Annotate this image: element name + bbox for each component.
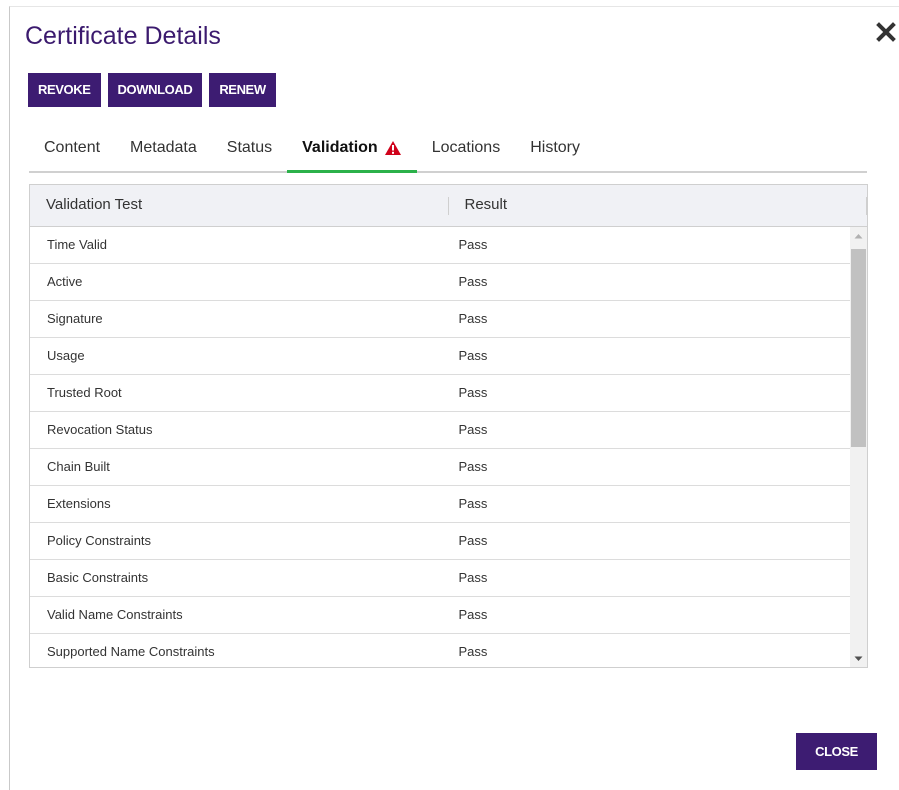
cell-result: Pass	[458, 644, 488, 659]
cell-test: Supported Name Constraints	[47, 644, 215, 659]
cell-result: Pass	[458, 348, 488, 363]
warning-icon	[384, 141, 401, 155]
cell-test: Time Valid	[47, 237, 107, 252]
cell-result: Pass	[458, 385, 488, 400]
table-row[interactable]: Active Pass	[30, 264, 853, 301]
cell-result: Pass	[458, 496, 488, 511]
cell-result: Pass	[458, 237, 488, 252]
column-header-label: Validation Test	[46, 196, 143, 213]
table-row[interactable]: Signature Pass	[30, 301, 853, 338]
cell-result: Pass	[458, 274, 488, 289]
cell-result: Pass	[458, 459, 488, 474]
table-row[interactable]: Time Valid Pass	[30, 227, 853, 264]
table-row[interactable]: Supported Name Constraints Pass	[30, 634, 853, 667]
table-row[interactable]: Chain Built Pass	[30, 449, 853, 486]
tab-label: Validation	[302, 139, 378, 156]
tab-status[interactable]: Status	[212, 131, 287, 171]
tab-label: Locations	[431, 139, 501, 156]
column-header-validation-test[interactable]: Validation Test	[30, 185, 449, 226]
scroll-up-arrow-icon[interactable]	[850, 227, 867, 244]
revoke-button[interactable]: REVOKE	[28, 73, 101, 107]
tab-history[interactable]: History	[515, 131, 595, 171]
table-row[interactable]: Valid Name Constraints Pass	[30, 597, 853, 634]
download-button[interactable]: DOWNLOAD	[107, 73, 203, 107]
column-header-label: Result	[464, 196, 508, 213]
certificate-details-dialog: Certificate Details REVOKE DOWNLOAD RENE…	[9, 6, 899, 790]
tab-label: Content	[44, 139, 101, 156]
cell-test: Basic Constraints	[47, 570, 149, 585]
table-row[interactable]: Extensions Pass	[30, 486, 853, 523]
column-divider	[866, 197, 867, 215]
validation-grid: Validation Test Result Time Valid Pass Ac…	[29, 184, 868, 668]
cell-test: Revocation Status	[47, 422, 153, 437]
tab-bar: Content Metadata Status Validation Locat…	[29, 131, 867, 173]
cell-test: Trusted Root	[47, 385, 122, 400]
table-row[interactable]: Revocation Status Pass	[30, 412, 853, 449]
cell-result: Pass	[458, 607, 488, 622]
tab-label: Status	[226, 139, 273, 156]
cell-test: Usage	[47, 348, 85, 363]
cell-result: Pass	[458, 533, 488, 548]
cell-test: Extensions	[47, 496, 111, 511]
cell-test: Valid Name Constraints	[47, 607, 183, 622]
table-row[interactable]: Trusted Root Pass	[30, 375, 853, 412]
cell-result: Pass	[458, 422, 488, 437]
cell-result: Pass	[458, 570, 488, 585]
tab-label: History	[530, 139, 580, 156]
grid-header: Validation Test Result	[30, 185, 867, 227]
tab-label: Metadata	[130, 139, 197, 156]
grid-body: Time Valid Pass Active Pass Signature Pass …	[30, 227, 867, 667]
tab-metadata[interactable]: Metadata	[115, 131, 212, 171]
table-row[interactable]: Policy Constraints Pass	[30, 523, 853, 560]
cell-test: Chain Built	[47, 459, 110, 474]
scroll-down-arrow-icon[interactable]	[850, 650, 867, 667]
cell-result: Pass	[458, 311, 488, 326]
table-row[interactable]: Basic Constraints Pass	[30, 560, 853, 597]
cell-test: Policy Constraints	[47, 533, 152, 548]
tab-validation[interactable]: Validation	[287, 131, 417, 173]
scrollbar-thumb[interactable]	[851, 249, 866, 447]
close-button[interactable]: CLOSE	[796, 733, 877, 770]
cell-test: Active	[47, 274, 83, 289]
tab-locations[interactable]: Locations	[417, 131, 516, 171]
cell-test: Signature	[47, 311, 103, 326]
column-header-result[interactable]: Result	[449, 185, 867, 226]
dialog-title: Certificate Details	[25, 22, 221, 50]
table-row[interactable]: Usage Pass	[30, 338, 853, 375]
vertical-scrollbar[interactable]	[850, 227, 867, 667]
action-toolbar: REVOKE DOWNLOAD RENEW	[28, 73, 276, 107]
tab-content[interactable]: Content	[29, 131, 115, 171]
close-icon[interactable]	[875, 21, 897, 43]
renew-button[interactable]: RENEW	[209, 73, 276, 107]
